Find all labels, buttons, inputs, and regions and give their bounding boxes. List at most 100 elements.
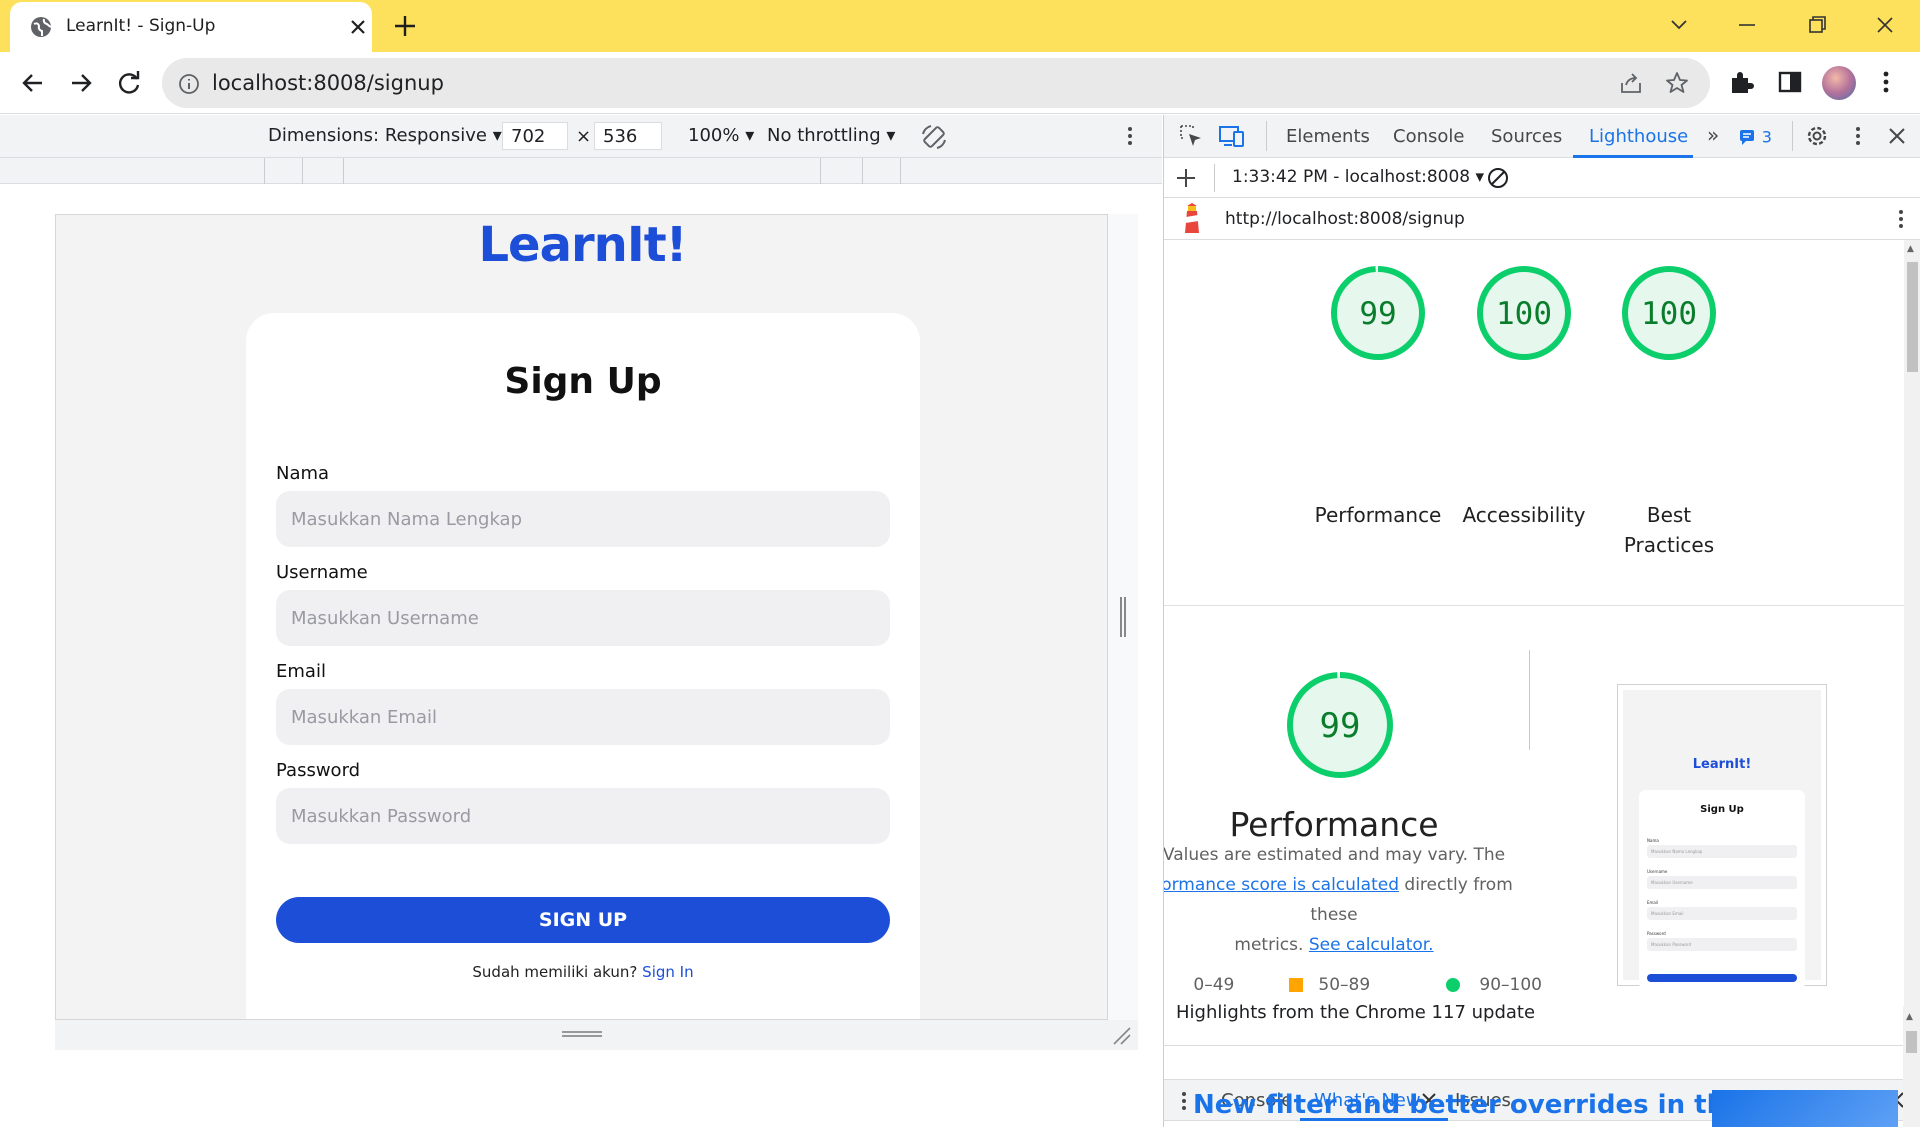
inspect-element-icon[interactable] <box>1178 123 1204 149</box>
resize-corner-icon[interactable] <box>1112 1026 1132 1046</box>
device-more-icon[interactable] <box>1118 124 1142 148</box>
password-input[interactable] <box>276 788 890 844</box>
performance-gauge[interactable]: 99 <box>1329 264 1427 362</box>
more-tabs-icon[interactable]: » <box>1707 123 1719 147</box>
rotate-icon[interactable] <box>919 122 949 152</box>
minimize-icon[interactable] <box>1722 10 1772 40</box>
section-divider <box>1164 605 1904 606</box>
height-input[interactable]: 536 <box>594 122 662 150</box>
devtools-panel: Elements Console Sources Lighthouse » 3 … <box>1163 115 1920 1127</box>
lighthouse-logo-icon <box>1178 203 1206 235</box>
legend-fail: 0–49 <box>1174 975 1234 995</box>
signin-prompt: Sudah memiliki akun? <box>472 963 638 981</box>
throttling-dropdown[interactable]: No throttling ▾ <box>767 125 895 146</box>
form-title: Sign Up <box>504 361 662 402</box>
tab-lighthouse[interactable]: Lighthouse <box>1589 126 1688 147</box>
grip-icon <box>562 1031 602 1037</box>
site-info-icon[interactable] <box>178 73 200 95</box>
scroll-up-icon[interactable]: ▲ <box>1906 1012 1913 1022</box>
clear-reports-icon[interactable] <box>1486 166 1510 190</box>
ruler-mark <box>820 158 821 184</box>
legend-label: 0–49 <box>1193 975 1235 995</box>
email-input[interactable] <box>276 689 890 745</box>
resize-handle-bottom[interactable] <box>55 1020 1138 1050</box>
tab-console[interactable]: Console <box>1393 126 1464 147</box>
share-icon[interactable] <box>1618 71 1644 95</box>
report-time: 1:33:42 PM - localhost:8008 <box>1232 167 1471 187</box>
signup-card: Sign Up Nama Username Email Password SIG… <box>246 313 920 1019</box>
dimensions-dropdown[interactable]: Dimensions: Responsive ▾ <box>268 125 502 146</box>
restore-icon[interactable] <box>1792 10 1842 40</box>
thumb-input: Masukkan Password <box>1647 938 1797 951</box>
close-tab-icon[interactable] <box>346 15 370 39</box>
tab-elements[interactable]: Elements <box>1286 126 1370 147</box>
accessibility-gauge[interactable]: 100 <box>1475 264 1573 362</box>
caret-down-icon: ▾ <box>492 125 502 146</box>
page-screenshot-thumbnail[interactable]: LearnIt! Sign Up Nama Masukkan Nama Leng… <box>1617 684 1827 990</box>
thumb-card: Sign Up Nama Masukkan Nama Lengkap Usern… <box>1639 790 1805 990</box>
back-arrow-icon[interactable] <box>16 66 50 100</box>
drawer-menu-icon[interactable] <box>1176 1089 1192 1113</box>
browser-tab[interactable]: LearnIt! - Sign-Up <box>10 2 372 52</box>
settings-gear-icon[interactable] <box>1804 123 1830 149</box>
tab-sources[interactable]: Sources <box>1491 126 1562 147</box>
whats-new-title[interactable]: New filter and better overrides in the <box>1193 1090 1743 1120</box>
tab-search-icon[interactable] <box>1654 10 1704 40</box>
signin-link[interactable]: Sign In <box>642 963 693 981</box>
extensions-puzzle-icon[interactable] <box>1726 66 1758 98</box>
performance-score: 99 <box>1359 296 1396 332</box>
width-input[interactable]: 702 <box>502 122 568 150</box>
caret-down-icon: ▾ <box>745 125 755 146</box>
drawer-scrollbar[interactable]: ▲ <box>1903 1006 1920 1127</box>
scroll-up-icon[interactable]: ▲ <box>1907 244 1914 254</box>
bookmark-star-icon[interactable] <box>1664 70 1690 96</box>
sign-up-button[interactable]: SIGN UP <box>276 897 890 943</box>
side-panel-icon[interactable] <box>1774 66 1806 98</box>
whats-new-image <box>1712 1090 1898 1127</box>
devtools-close-icon[interactable] <box>1886 125 1908 147</box>
issues-badge[interactable]: 3 <box>1738 126 1772 147</box>
add-report-icon[interactable] <box>1174 166 1198 190</box>
performance-title: Performance <box>1229 805 1439 844</box>
report-scrollbar[interactable]: ▲ ▼ <box>1904 240 1920 1079</box>
window-close-icon[interactable] <box>1860 10 1910 40</box>
device-toggle-icon[interactable] <box>1218 123 1246 149</box>
new-tab-icon[interactable] <box>388 12 422 40</box>
name-input[interactable] <box>276 491 890 547</box>
lighthouse-report: 99 Performance 100 Accessibility 100 Bes… <box>1164 240 1904 1079</box>
report-selector[interactable]: 1:33:42 PM - localhost:8008 ▾ <box>1232 167 1484 187</box>
desc-text: Values are estimated and may vary. The <box>1164 845 1506 865</box>
see-calculator-link[interactable]: See calculator. <box>1309 935 1434 955</box>
reload-icon[interactable] <box>112 66 146 100</box>
caret-down-icon: ▾ <box>886 125 896 146</box>
scrollbar-thumb[interactable] <box>1906 1031 1917 1053</box>
square-icon <box>1289 978 1303 992</box>
media-query-ruler[interactable] <box>0 158 1162 184</box>
forward-arrow-icon[interactable] <box>64 66 98 100</box>
issues-count: 3 <box>1761 127 1772 147</box>
best-practices-label: Best Practices <box>1623 503 1715 557</box>
url-text[interactable]: localhost:8008/signup <box>212 71 444 95</box>
username-input[interactable] <box>276 590 890 646</box>
address-bar[interactable]: localhost:8008/signup <box>162 58 1710 108</box>
devtools-more-icon[interactable] <box>1846 124 1870 148</box>
chrome-menu-icon[interactable] <box>1870 66 1902 98</box>
best-practices-gauge[interactable]: 100 <box>1620 264 1718 362</box>
resize-handle-right[interactable] <box>1108 214 1138 1020</box>
score-calculated-link[interactable]: formance score is calculated <box>1164 875 1399 895</box>
device-toolbar: Dimensions: Responsive ▾ 702 × 536 100% … <box>0 115 1162 158</box>
report-more-icon[interactable] <box>1889 207 1913 231</box>
performance-detail-score: 99 <box>1320 706 1361 746</box>
profile-avatar[interactable] <box>1822 66 1856 100</box>
scrollbar-thumb[interactable] <box>1907 262 1918 372</box>
legend-pass: 90–100 <box>1446 975 1542 995</box>
times-sign: × <box>576 126 592 147</box>
thumb-input: Masukkan Email <box>1647 907 1797 920</box>
dimensions-label: Dimensions: Responsive <box>268 125 487 146</box>
performance-detail-gauge: 99 <box>1285 670 1395 780</box>
divider <box>1529 650 1530 750</box>
zoom-dropdown[interactable]: 100% ▾ <box>688 125 754 146</box>
ruler-mark <box>343 158 344 184</box>
thumb-input: Masukkan Username <box>1647 876 1797 889</box>
report-url: http://localhost:8008/signup <box>1225 209 1465 229</box>
